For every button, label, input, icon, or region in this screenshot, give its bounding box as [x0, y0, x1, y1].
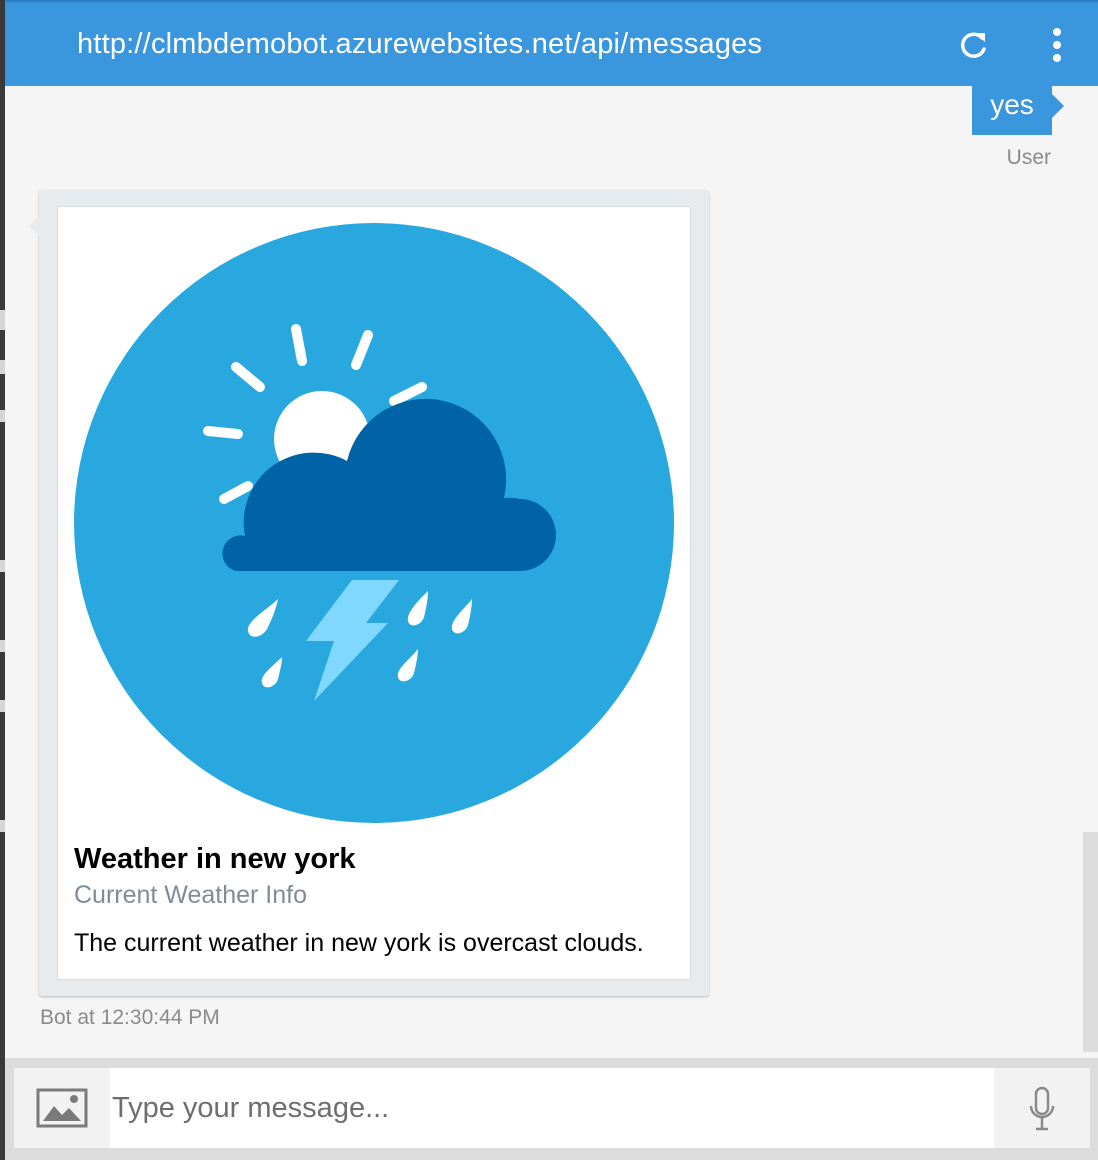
weather-storm-icon	[74, 223, 674, 823]
title-bar: http://clmbdemobot.azurewebsites.net/api…	[5, 0, 1098, 86]
card-text: The current weather in new york is overc…	[74, 929, 644, 957]
composer-bar	[5, 1058, 1098, 1160]
image-upload-button[interactable]	[14, 1068, 110, 1148]
scrollbar[interactable]	[1083, 832, 1098, 1052]
image-upload-icon	[36, 1088, 88, 1128]
chat-history[interactable]: yes User Weather in new york Current Wea…	[5, 86, 1098, 1058]
bot-timestamp: Bot at 12:30:44 PM	[40, 1006, 220, 1029]
card-title: Weather in new york	[74, 843, 356, 875]
endpoint-url: http://clmbdemobot.azurewebsites.net/api…	[77, 28, 763, 60]
user-message-bubble: yes	[972, 86, 1064, 135]
message-input[interactable]	[110, 1068, 990, 1148]
microphone-button[interactable]	[994, 1068, 1090, 1148]
more-vertical-icon[interactable]	[1045, 26, 1069, 66]
microphone-icon	[1029, 1086, 1055, 1131]
user-sender-label: User	[1006, 146, 1051, 169]
bot-message-bubble: Weather in new york Current Weather Info…	[29, 190, 709, 996]
hero-card[interactable]: Weather in new york Current Weather Info…	[57, 206, 691, 980]
refresh-icon[interactable]	[955, 28, 991, 64]
card-subtitle: Current Weather Info	[74, 881, 307, 909]
composer-box	[14, 1068, 1090, 1148]
